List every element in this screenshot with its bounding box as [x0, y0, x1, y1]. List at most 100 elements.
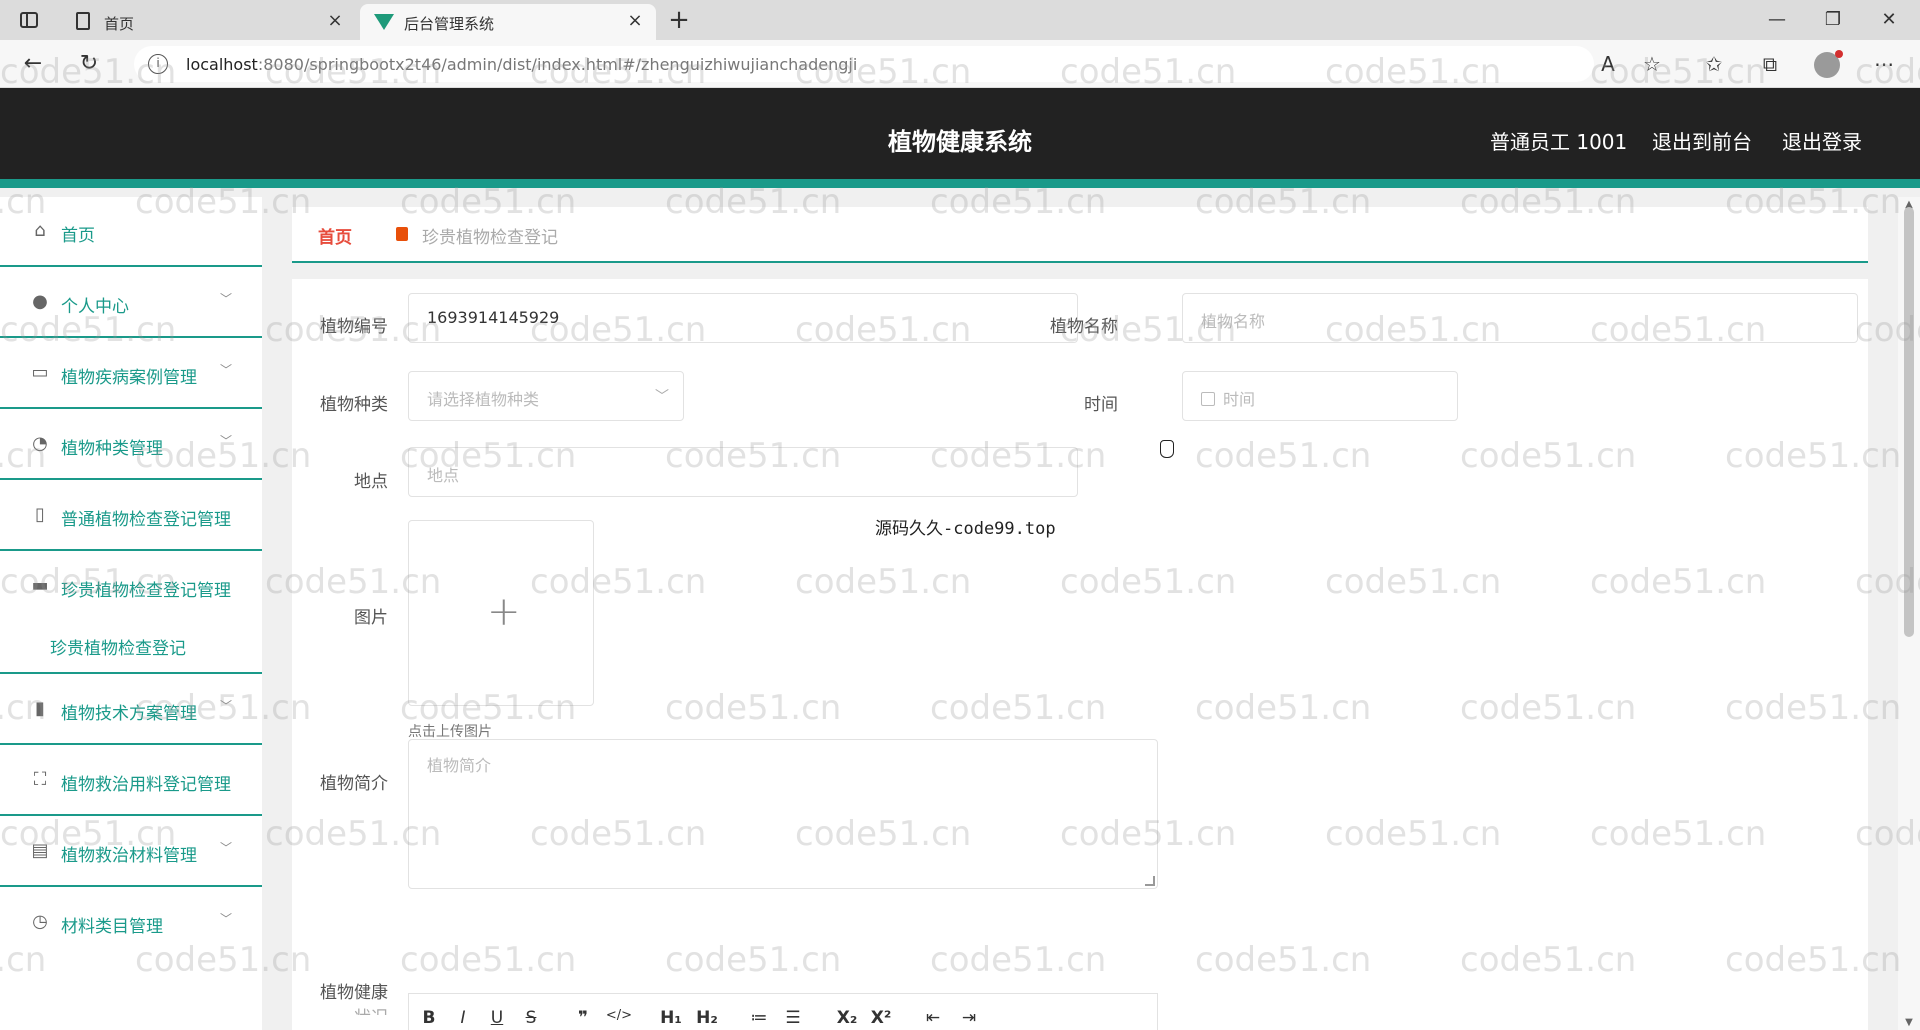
code-button[interactable]: </>	[605, 1008, 633, 1023]
address-bar: ← ↻ i localhost:8080/springbootx2t46/adm…	[0, 40, 1920, 88]
user-icon: ●	[32, 291, 48, 312]
ordered-list-button[interactable]: ≔	[745, 1008, 773, 1028]
plant-no-label: 植物编号	[320, 317, 388, 337]
vertical-scrollbar[interactable]: ▲ ▼	[1898, 197, 1920, 1030]
new-tab-button[interactable]: +	[664, 6, 694, 34]
main-content: 首页 珍贵植物检查登记 植物编号 1693914145929 植物名称 植物名称…	[262, 197, 1898, 1030]
rich-text-editor[interactable]: B I U S ❞ </> H₁ H₂ ≔ ☰ X₂ X² ⇤ ⇥	[408, 993, 1158, 1030]
exit-to-front-link[interactable]: 退出到前台	[1652, 126, 1752, 155]
scrollbar-thumb[interactable]	[1904, 207, 1914, 637]
plant-type-label: 植物种类	[320, 395, 388, 415]
sidebar-item-home[interactable]: ⌂ 首页	[0, 197, 262, 267]
sidebar-item-material-usage[interactable]: ⛶ 植物救治用料登记管理	[0, 746, 262, 816]
browser-tab-home[interactable]: 首页 ×	[60, 4, 356, 40]
health-label-cont: 状况	[292, 1003, 388, 1015]
app-title: 植物健康系统	[888, 128, 1032, 156]
plant-name-input[interactable]: 植物名称	[1182, 293, 1858, 343]
home-icon: ⌂	[34, 220, 46, 241]
sidebar-item-label: 普通植物检查登记管理	[61, 510, 231, 530]
calendar-icon	[1201, 392, 1215, 406]
time-placeholder: 时间	[1223, 390, 1256, 409]
sidebar-item-label: 材料类目管理	[61, 917, 163, 937]
sidebar-item-plant-types[interactable]: ◔ 植物种类管理 ﹀	[0, 410, 262, 480]
sidebar-item-precious-inspection[interactable]: ▬ 珍贵植物检查登记管理	[0, 552, 262, 622]
sidebar-item-label: 植物技术方案管理	[61, 704, 197, 724]
sidebar-item-personal-center[interactable]: ● 个人中心 ﹀	[0, 268, 262, 338]
vue-logo-icon	[374, 14, 394, 32]
resize-grip-icon[interactable]	[1145, 876, 1155, 886]
quote-button[interactable]: ❞	[569, 1008, 597, 1028]
sidebar-subitem-precious-inspection[interactable]: 珍贵植物检查登记	[0, 614, 262, 674]
url-field[interactable]: i localhost:8080/springbootx2t46/admin/d…	[134, 46, 1594, 82]
plant-type-select[interactable]: 请选择植物种类 ﹀	[408, 371, 684, 421]
chevron-down-icon: ﹀	[219, 292, 232, 306]
read-aloud-icon[interactable]: A	[1594, 50, 1622, 78]
sidebar-item-material-categories[interactable]: ◷ 材料类目管理 ﹀	[0, 888, 262, 958]
app-header: 植物健康系统 普通员工 1001 退出到前台 退出登录	[0, 88, 1920, 188]
chevron-down-icon: ﹀	[219, 912, 232, 926]
indent-button[interactable]: ⇥	[955, 1008, 983, 1028]
scroll-down-icon[interactable]: ▼	[1903, 1017, 1915, 1028]
sidebar-item-label: 植物救治材料管理	[61, 846, 197, 866]
more-icon[interactable]: ⋯	[1870, 50, 1898, 78]
current-user: 普通员工 1001	[1490, 130, 1628, 154]
maximize-button[interactable]: ❐	[1808, 4, 1858, 36]
browser-tab-admin[interactable]: 后台管理系统 ×	[360, 4, 656, 40]
chevron-down-icon: ﹀	[219, 363, 232, 377]
breadcrumb-home[interactable]: 首页	[318, 223, 352, 248]
back-arrow-icon[interactable]: ←	[16, 48, 50, 80]
sidebar-item-label: 珍贵植物检查登记管理	[61, 581, 231, 601]
profile-avatar[interactable]	[1814, 50, 1843, 78]
chevron-down-icon: ﹀	[655, 389, 669, 405]
italic-button[interactable]: I	[449, 1008, 477, 1028]
sidebar-item-label: 植物疾病案例管理	[61, 368, 197, 388]
briefcase-icon: ▤	[31, 840, 49, 861]
favorites-icon[interactable]: ✩	[1700, 50, 1728, 78]
close-window-button[interactable]: ✕	[1864, 4, 1914, 36]
intro-textarea[interactable]: 植物简介	[408, 739, 1158, 889]
strike-button[interactable]: S	[517, 1008, 545, 1028]
source-note: 源码久久-code99.top	[875, 519, 1056, 539]
sidebar: ⌂ 首页 ● 个人中心 ﹀ ▭ 植物疾病案例管理 ﹀ ◔ 植物种类管理 ﹀ ▯ …	[0, 197, 262, 1030]
time-label: 时间	[1084, 395, 1118, 415]
underline-button[interactable]: U	[483, 1008, 511, 1028]
superscript-button[interactable]: X²	[867, 1008, 895, 1028]
plant-name-label: 植物名称	[1050, 317, 1118, 337]
scan-icon: ⛶	[33, 769, 47, 790]
tab-label: 首页	[104, 15, 135, 33]
bar-chart-icon: ▮	[35, 698, 45, 719]
chevron-down-icon: ﹀	[219, 841, 232, 855]
location-input[interactable]: 地点	[408, 447, 1078, 497]
collections-icon[interactable]: ⧉	[1756, 50, 1784, 78]
sidebar-item-materials[interactable]: ▤ 植物救治材料管理 ﹀	[0, 817, 262, 887]
tab-label: 后台管理系统	[404, 15, 495, 33]
outdent-button[interactable]: ⇤	[919, 1008, 947, 1028]
image-uploader[interactable]: +	[408, 520, 594, 706]
h2-button[interactable]: H₂	[693, 1008, 721, 1028]
sidebar-item-normal-inspection[interactable]: ▯ 普通植物检查登记管理	[0, 481, 262, 551]
close-tab-icon[interactable]: ×	[624, 10, 646, 32]
folder-icon: ▬	[31, 575, 49, 596]
logout-link[interactable]: 退出登录	[1782, 126, 1862, 155]
inspection-form: 植物编号 1693914145929 植物名称 植物名称 植物种类 请选择植物种…	[292, 279, 1868, 1030]
sidebar-toggle-icon[interactable]	[16, 8, 42, 32]
minimize-button[interactable]: —	[1752, 4, 1802, 36]
time-picker[interactable]: 时间	[1182, 371, 1458, 421]
url-text: localhost:8080/springbootx2t46/admin/dis…	[186, 55, 858, 74]
sidebar-subitem-label: 珍贵植物检查登记	[50, 639, 186, 659]
bullet-list-button[interactable]: ☰	[779, 1008, 807, 1028]
intro-placeholder: 植物简介	[427, 756, 492, 775]
sidebar-item-tech-plans[interactable]: ▮ 植物技术方案管理 ﹀	[0, 675, 262, 745]
sidebar-item-disease-cases[interactable]: ▭ 植物疾病案例管理 ﹀	[0, 339, 262, 409]
breadcrumb: 首页 珍贵植物检查登记	[292, 207, 1868, 263]
refresh-icon[interactable]: ↻	[72, 48, 106, 80]
h1-button[interactable]: H₁	[657, 1008, 685, 1028]
bold-button[interactable]: B	[415, 1008, 443, 1028]
info-icon[interactable]: i	[148, 54, 168, 74]
sidebar-item-label: 个人中心	[61, 297, 129, 317]
close-tab-icon[interactable]: ×	[324, 10, 346, 32]
chevron-down-icon: ﹀	[219, 699, 232, 713]
subscript-button[interactable]: X₂	[833, 1008, 861, 1028]
mic-icon: ▯	[35, 504, 45, 525]
add-favorite-icon[interactable]: ☆	[1638, 50, 1666, 78]
